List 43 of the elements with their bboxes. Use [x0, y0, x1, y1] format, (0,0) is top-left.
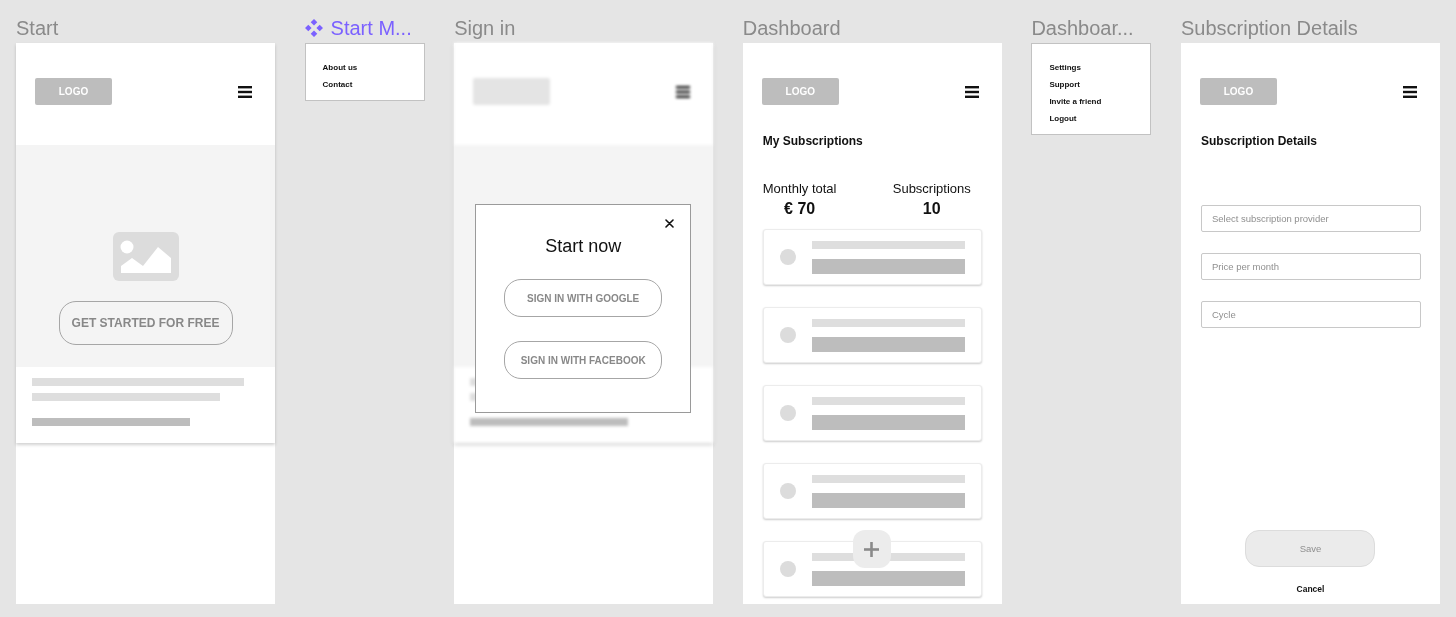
subscription-card[interactable]: [762, 307, 982, 363]
frame-title: Start M...: [330, 16, 412, 40]
subscription-card[interactable]: [762, 463, 982, 519]
section-heading: Subscription Details: [1200, 134, 1317, 148]
component-icon: [304, 19, 323, 37]
menu-icon[interactable]: [1402, 85, 1417, 98]
section-heading: My Subscriptions: [762, 134, 863, 148]
stat-label: Subscriptions: [892, 181, 971, 197]
circle-icon: [779, 405, 796, 421]
circle-icon: [779, 483, 796, 499]
frame-title: Dashboar...: [1031, 16, 1134, 40]
menu-item[interactable]: Contact: [322, 79, 353, 91]
add-button[interactable]: [852, 530, 891, 568]
menu-item[interactable]: About us: [322, 62, 358, 74]
frame-title: Dashboard: [742, 16, 841, 40]
signin-button[interactable]: SIGN IN WITH GOOGLE: [504, 279, 663, 317]
frame-title: Start: [16, 16, 59, 40]
plus-icon: [864, 541, 880, 557]
menu-item[interactable]: Logout: [1049, 113, 1077, 125]
image-icon: [112, 232, 179, 281]
frame-title: Subscription Details: [1180, 16, 1358, 40]
stat-value: € 70: [784, 199, 816, 218]
text-field[interactable]: Cycle: [1200, 301, 1421, 328]
text-field[interactable]: Price per month: [1200, 253, 1421, 280]
menu-icon[interactable]: [238, 85, 252, 98]
circle-icon: [779, 249, 796, 265]
stat-value: 10: [922, 199, 941, 218]
cancel-button[interactable]: Cancel: [1296, 583, 1325, 595]
stat-label: Monthly total: [762, 181, 837, 197]
text-field[interactable]: Select subscription provider: [1200, 205, 1421, 232]
signin-button[interactable]: SIGN IN WITH FACEBOOK: [504, 341, 663, 379]
circle-icon: [779, 327, 796, 343]
subscription-card[interactable]: [762, 229, 982, 285]
frame-title: Sign in: [454, 16, 516, 40]
menu-item[interactable]: Invite a friend: [1049, 96, 1102, 108]
menu-item[interactable]: Settings: [1049, 62, 1081, 74]
dialog-title: Start now: [545, 235, 622, 257]
menu-icon[interactable]: [964, 85, 979, 98]
menu-item[interactable]: Support: [1049, 79, 1081, 91]
close-icon[interactable]: [665, 219, 675, 228]
circle-icon: [779, 561, 796, 577]
subscription-card[interactable]: [762, 541, 982, 597]
subscription-card[interactable]: [762, 385, 982, 441]
